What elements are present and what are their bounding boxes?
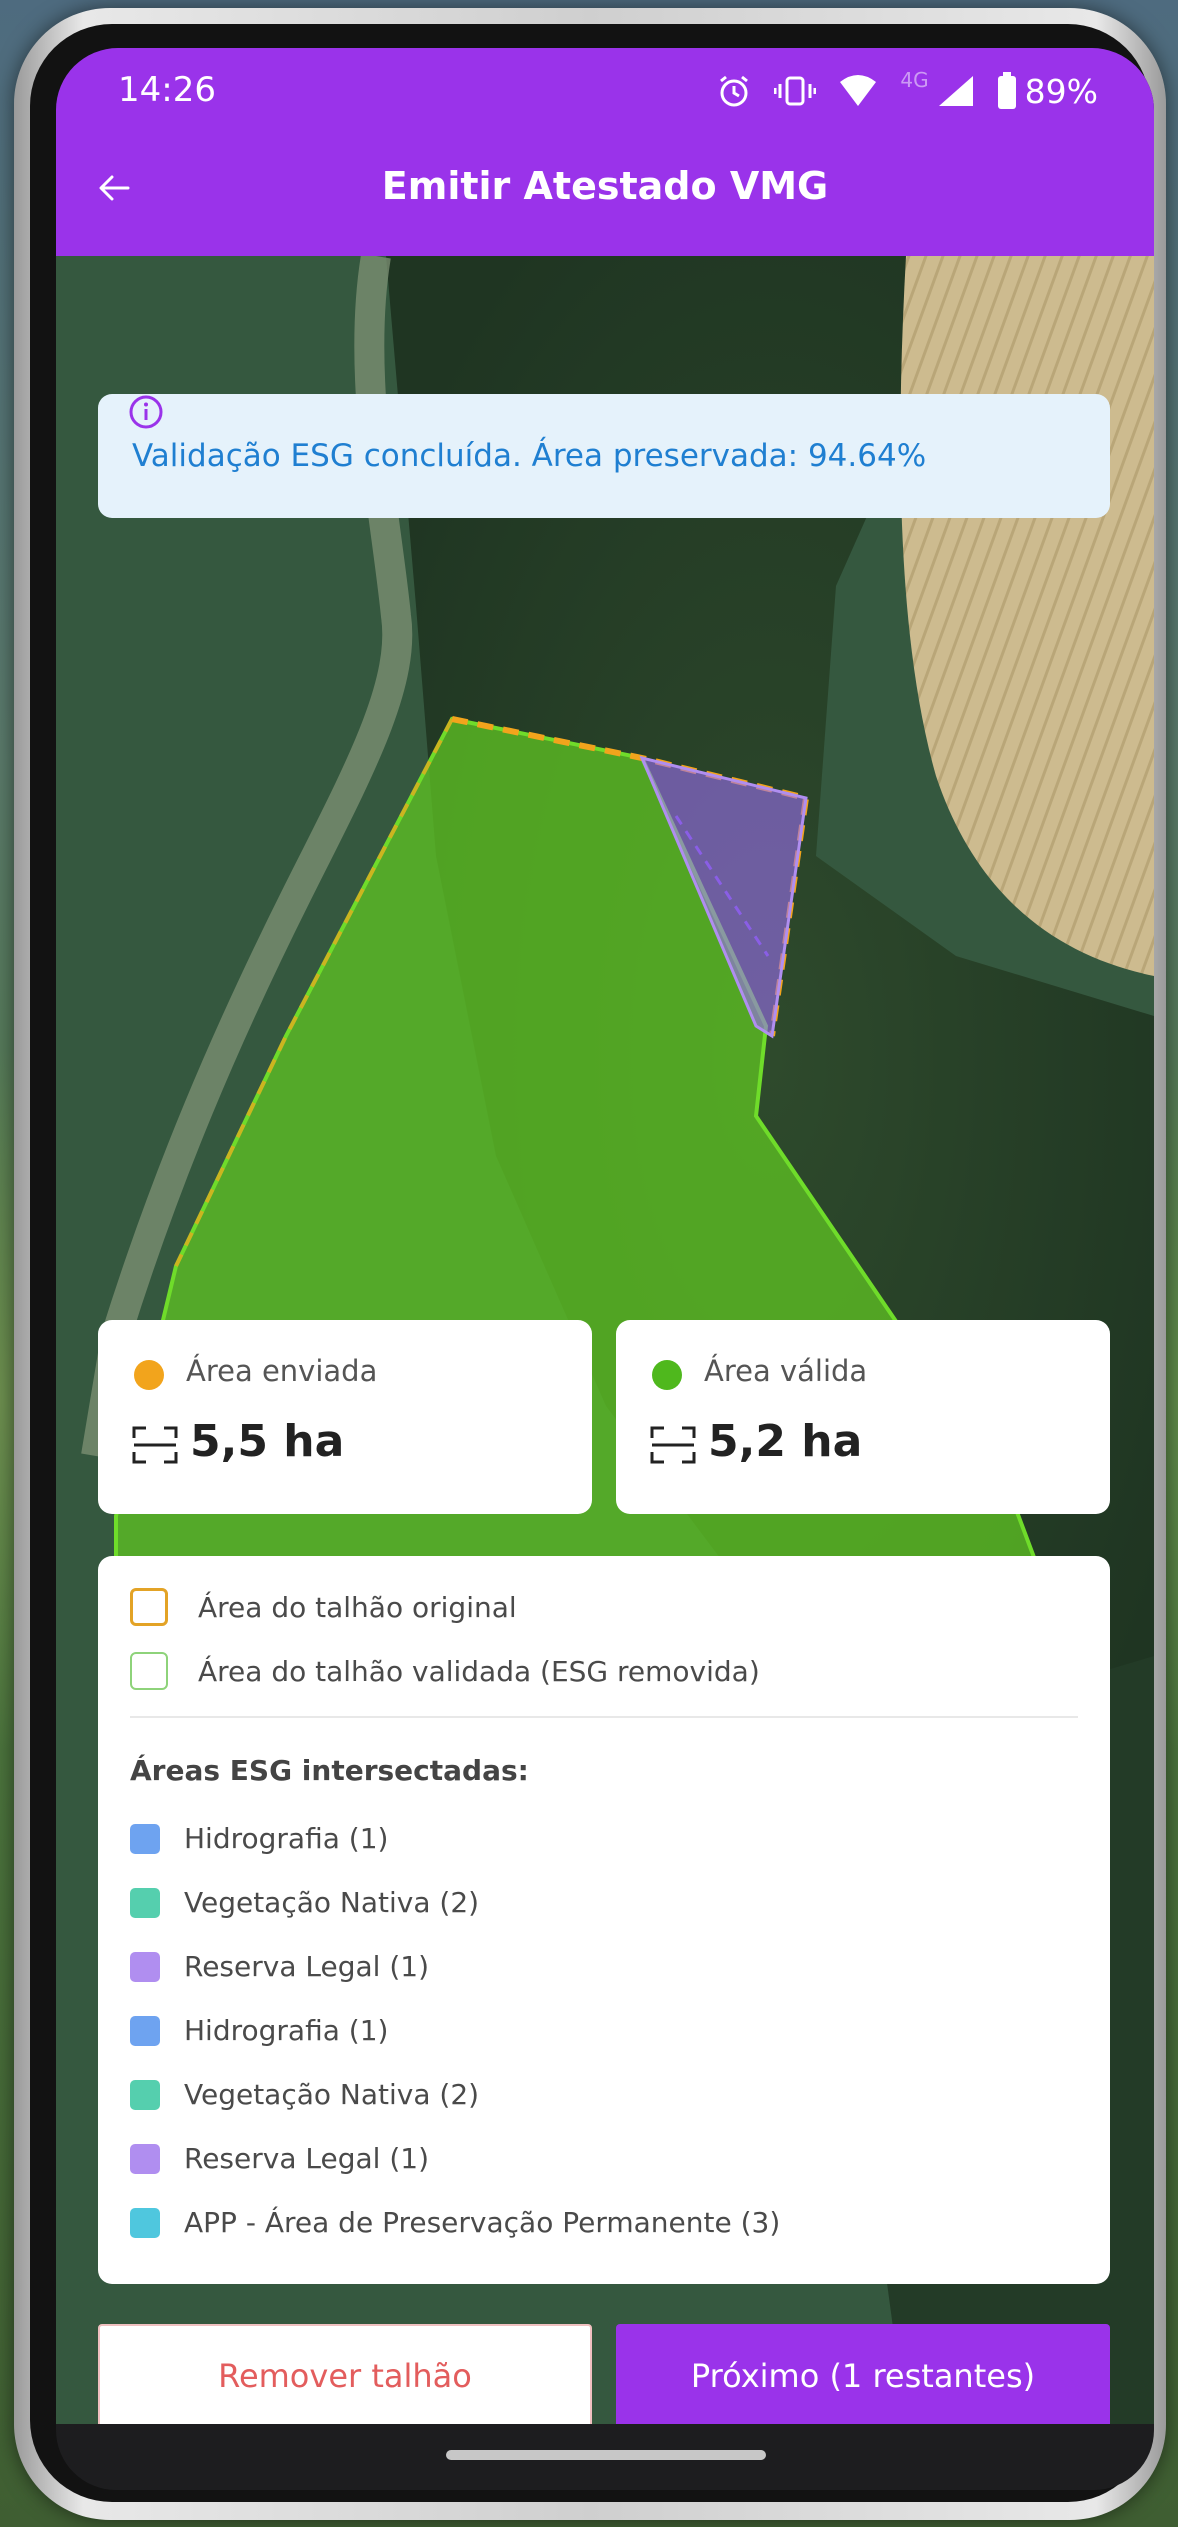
esg-swatch bbox=[130, 2207, 160, 2238]
validated-swatch bbox=[130, 1652, 168, 1690]
wifi-icon bbox=[840, 75, 877, 106]
banner-message: Validação ESG concluída. Área preservada… bbox=[132, 438, 927, 474]
area-sent-label: Área enviada bbox=[186, 1354, 378, 1388]
area-valid-dot bbox=[652, 1360, 682, 1390]
home-indicator[interactable] bbox=[446, 2450, 766, 2460]
cell-signal-icon bbox=[938, 76, 973, 106]
area-sent-card: Área enviada 5,5 ha bbox=[98, 1320, 592, 1514]
esg-item-label: Hidrografia (1) bbox=[184, 2014, 389, 2047]
legend-original-label: Área do talhão original bbox=[198, 1590, 517, 1624]
alarm-icon bbox=[720, 75, 749, 107]
battery-percent: 89% bbox=[1024, 71, 1098, 111]
legend-divider bbox=[130, 1716, 1078, 1718]
esg-swatch bbox=[130, 1887, 160, 1918]
page-title: Emitir Atestado VMG bbox=[381, 164, 829, 208]
next-button[interactable]: Próximo (1 restantes) bbox=[616, 2324, 1110, 2424]
esg-swatch bbox=[130, 1823, 160, 1854]
esg-swatch bbox=[130, 2015, 160, 2046]
esg-swatch bbox=[130, 2079, 160, 2110]
esg-item: Hidrografia (1) bbox=[130, 1822, 388, 1855]
area-sent-value: 5,5 ha bbox=[190, 1416, 345, 1467]
legend-esg-title: Áreas ESG intersectadas: bbox=[130, 1754, 529, 1787]
legend-original: Área do talhão original bbox=[130, 1588, 517, 1626]
esg-item-label: Hidrografia (1) bbox=[184, 1822, 389, 1855]
status-time: 14:26 bbox=[118, 70, 216, 110]
esg-swatch bbox=[130, 2143, 160, 2174]
esg-validation-banner: Validação ESG concluída. Área preservada… bbox=[98, 394, 1110, 518]
satellite-map[interactable]: Validação ESG concluída. Área preservada… bbox=[56, 256, 1154, 2424]
area-valid-label: Área válida bbox=[704, 1354, 868, 1388]
esg-item: Vegetação Nativa (2) bbox=[130, 2078, 479, 2111]
area-valid-value: 5,2 ha bbox=[708, 1416, 863, 1467]
legend-validated-label: Área do talhão validada (ESG removida) bbox=[198, 1654, 760, 1688]
legend-validated: Área do talhão validada (ESG removida) bbox=[130, 1652, 760, 1690]
original-swatch bbox=[130, 1588, 168, 1626]
esg-swatch bbox=[130, 1951, 160, 1982]
remove-plot-button[interactable]: Remover talhão bbox=[98, 2324, 592, 2424]
navigation-bar bbox=[56, 2424, 1154, 2490]
esg-item-label: Reserva Legal (1) bbox=[184, 2142, 429, 2175]
esg-item: APP - Área de Preservação Permanente (3) bbox=[130, 2206, 780, 2239]
esg-item-label: Vegetação Nativa (2) bbox=[184, 2078, 480, 2111]
esg-item: Reserva Legal (1) bbox=[130, 2142, 429, 2175]
esg-item-label: Vegetação Nativa (2) bbox=[184, 1886, 480, 1919]
battery-icon bbox=[997, 72, 1016, 109]
map-legend: Área do talhão original Área do talhão v… bbox=[98, 1556, 1110, 2284]
app-screen: Validação ESG concluída. Área preservada… bbox=[56, 48, 1154, 2424]
area-measure-icon bbox=[650, 1426, 696, 1464]
info-icon bbox=[129, 395, 163, 429]
status-icons: 4G 89% bbox=[716, 66, 1098, 116]
area-sent-dot bbox=[134, 1360, 164, 1390]
esg-item: Vegetação Nativa (2) bbox=[130, 1886, 479, 1919]
esg-item: Reserva Legal (1) bbox=[130, 1950, 429, 1983]
vibrate-icon bbox=[774, 76, 817, 106]
area-measure-icon bbox=[132, 1426, 178, 1464]
esg-item-label: Reserva Legal (1) bbox=[184, 1950, 429, 1983]
esg-item-label: APP - Área de Preservação Permanente (3) bbox=[184, 2206, 781, 2239]
area-valid-card: Área válida 5,2 ha bbox=[616, 1320, 1110, 1514]
esg-item: Hidrografia (1) bbox=[130, 2014, 388, 2047]
app-header: 14:26 4G 89% Emitir Atestado VMG bbox=[56, 48, 1154, 256]
network-type: 4G bbox=[900, 68, 929, 92]
